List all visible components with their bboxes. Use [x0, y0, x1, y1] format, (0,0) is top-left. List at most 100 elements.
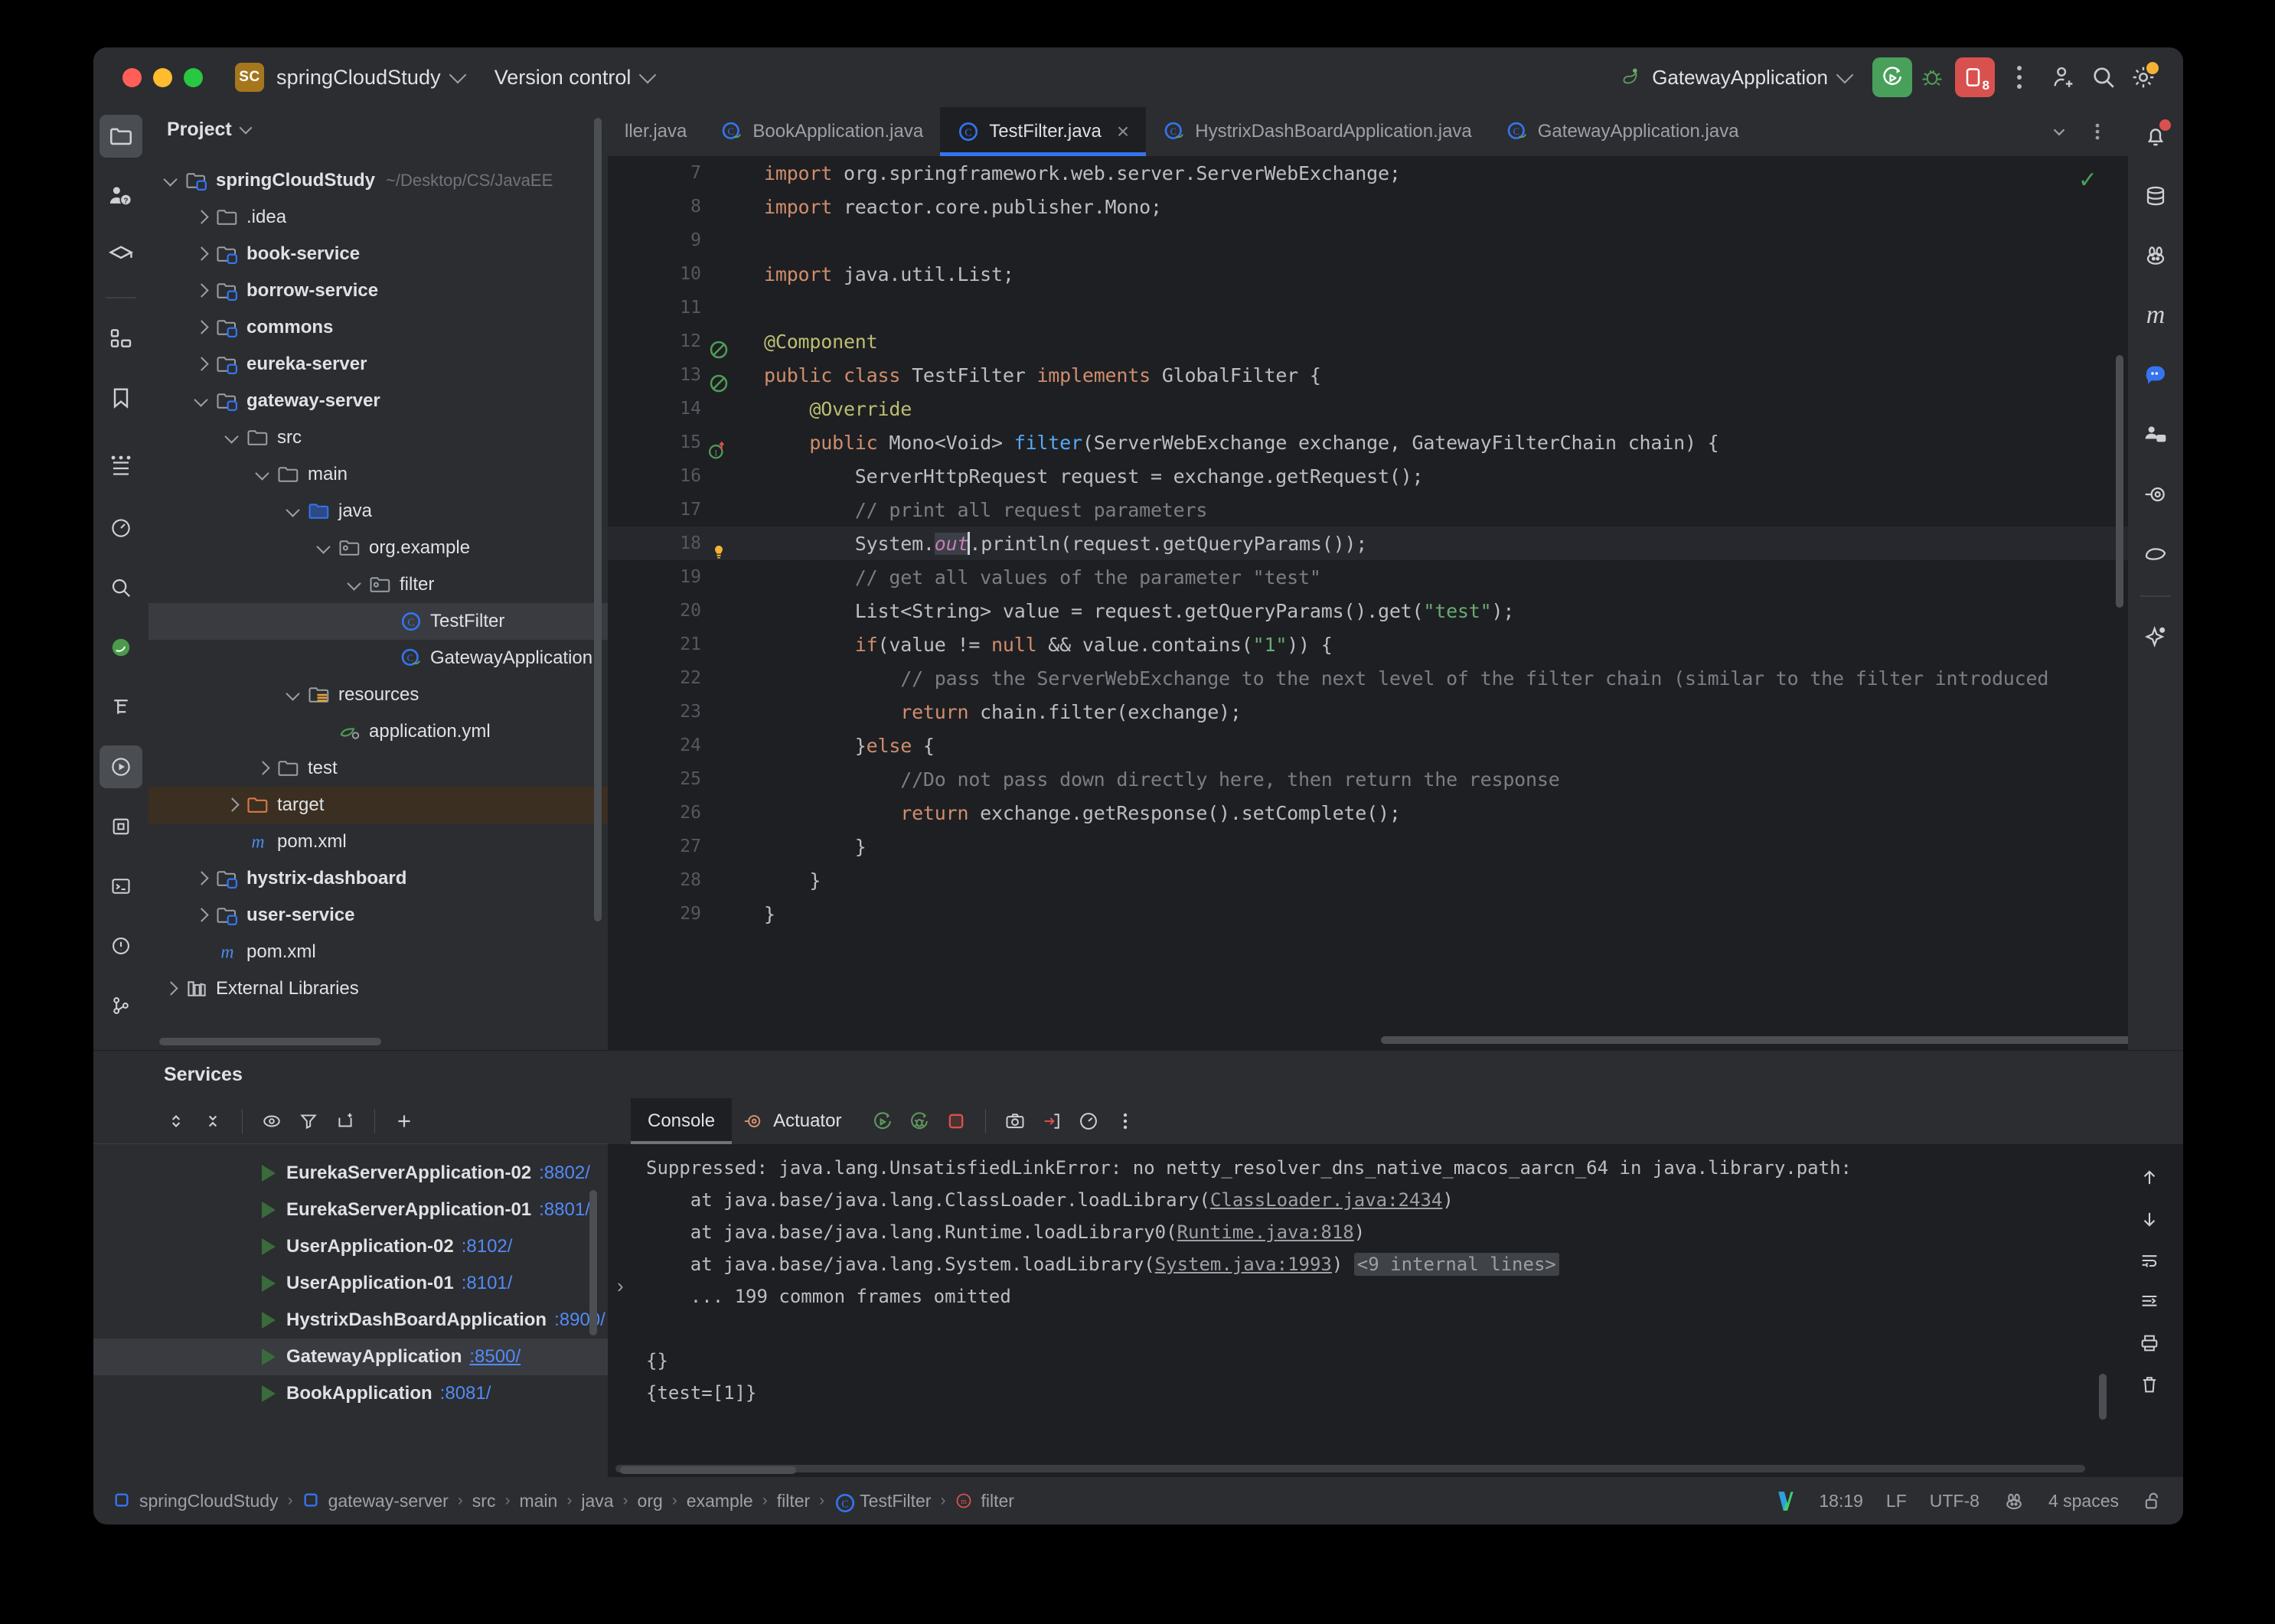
- soft-wrap-icon[interactable]: [2139, 1250, 2160, 1271]
- implements-icon[interactable]: I: [707, 426, 753, 459]
- tree-item-springcloudstudy[interactable]: springCloudStudy~/Desktop/CS/JavaEE: [149, 162, 608, 199]
- code-line[interactable]: 25 //Do not pass down directly here, the…: [608, 762, 2128, 796]
- code-line[interactable]: 17 // print all request parameters: [608, 493, 2128, 527]
- sidebar-item-version-control[interactable]: [100, 984, 142, 1027]
- clear-all-icon[interactable]: [2139, 1374, 2160, 1395]
- service-port-link[interactable]: :8500/: [469, 1346, 521, 1368]
- tree-item-eureka-server[interactable]: eureka-server: [149, 346, 608, 383]
- sidebar-item-services[interactable]: [100, 745, 142, 788]
- console-fold-arrow-icon[interactable]: ›: [617, 1274, 624, 1298]
- chevron-right-icon[interactable]: [193, 319, 210, 336]
- code-line[interactable]: 26 return exchange.getResponse().setComp…: [608, 796, 2128, 830]
- bunny-icon[interactable]: [2002, 1489, 2025, 1512]
- folded-frames-badge[interactable]: <9 internal lines>: [1354, 1253, 1559, 1276]
- close-tab-icon[interactable]: ×: [1117, 121, 1129, 142]
- sidebar-item-ai-assistant[interactable]: ?: [100, 174, 142, 217]
- tree-item-pom-xml[interactable]: mpom.xml: [149, 823, 608, 860]
- tree-item-resources[interactable]: resources: [149, 677, 608, 713]
- breadcrumb-item-java[interactable]: java: [581, 1491, 613, 1511]
- code-line[interactable]: 22 // pass the ServerWebExchange to the …: [608, 661, 2128, 695]
- console-hscrollbar-track[interactable]: [615, 1465, 2085, 1472]
- chevron-down-icon[interactable]: [224, 429, 240, 446]
- chevron-down-icon[interactable]: [254, 466, 271, 483]
- console-hscrollbar[interactable]: [620, 1466, 796, 1474]
- stop-icon[interactable]: [939, 1104, 973, 1138]
- inspection-status-icon[interactable]: ✓: [2078, 167, 2097, 194]
- breadcrumb-item-main[interactable]: main: [519, 1491, 557, 1511]
- code-line[interactable]: 24 }else {: [608, 729, 2128, 762]
- file-encoding[interactable]: UTF-8: [1930, 1491, 1980, 1511]
- breadcrumb-item-testfilter[interactable]: CTestFilter: [834, 1491, 931, 1511]
- project-selector[interactable]: springCloudStudy: [264, 66, 464, 90]
- unlock-icon[interactable]: [2142, 1490, 2163, 1511]
- chevron-right-icon[interactable]: [224, 797, 240, 814]
- export-icon[interactable]: [1035, 1104, 1069, 1138]
- scroll-up-icon[interactable]: [2139, 1167, 2160, 1189]
- tree-item-gatewayapplication[interactable]: CGatewayApplication: [149, 640, 608, 677]
- editor-tab-testfilter-java[interactable]: CTestFilter.java×: [940, 107, 1146, 156]
- code-line[interactable]: 9: [608, 223, 2128, 257]
- editor-tabs[interactable]: ller.javaCBookApplication.javaCTestFilte…: [608, 107, 2128, 156]
- stacktrace-link[interactable]: System.java:1993: [1155, 1254, 1332, 1275]
- more-actions-icon[interactable]: [2004, 57, 2035, 97]
- add-user-icon[interactable]: [2044, 57, 2084, 97]
- notifications-icon[interactable]: [2134, 115, 2177, 158]
- service-item-eurekaserverapplication-02[interactable]: EurekaServerApplication-02:8802/: [93, 1155, 608, 1192]
- breadcrumb[interactable]: springCloudStudy›gateway-server›src›main…: [113, 1491, 1014, 1511]
- service-item-userapplication-01[interactable]: UserApplication-01:8101/: [93, 1265, 608, 1302]
- breadcrumb-item-gateway-server[interactable]: gateway-server: [302, 1491, 449, 1511]
- tree-item-target[interactable]: target: [149, 787, 608, 823]
- ai-sparkle-icon[interactable]: [2134, 615, 2177, 658]
- code-line[interactable]: 13public class TestFilter implements Glo…: [608, 358, 2128, 392]
- tree-item-user-service[interactable]: user-service: [149, 897, 608, 934]
- tree-item-external-libraries[interactable]: External Libraries: [149, 970, 608, 1007]
- service-port-link[interactable]: :8081/: [440, 1383, 491, 1404]
- breadcrumb-item-filter[interactable]: filter: [777, 1491, 810, 1511]
- search-icon[interactable]: [2084, 57, 2123, 97]
- chat-icon[interactable]: [2134, 354, 2177, 396]
- tree-item--idea[interactable]: .idea: [149, 199, 608, 236]
- sidebar-item-structure-bottom[interactable]: [100, 686, 142, 729]
- editor-tab-ller-java[interactable]: ller.java: [608, 107, 703, 156]
- sidebar-item-spring[interactable]: [100, 626, 142, 669]
- line-separator[interactable]: LF: [1886, 1491, 1907, 1511]
- maven-icon[interactable]: m: [2134, 294, 2177, 337]
- expand-collapse-icon[interactable]: [159, 1104, 193, 1138]
- stop-button[interactable]: 8: [1955, 57, 1995, 97]
- stacktrace-link[interactable]: Runtime.java:818: [1177, 1221, 1354, 1243]
- code-editor[interactable]: 7import org.springframework.web.server.S…: [608, 156, 2128, 1050]
- chevron-right-icon[interactable]: [193, 907, 210, 924]
- breadcrumb-item-springcloudstudy[interactable]: springCloudStudy: [113, 1491, 279, 1511]
- code-line[interactable]: 8import reactor.core.publisher.Mono;: [608, 190, 2128, 223]
- chevron-right-icon[interactable]: [193, 356, 210, 373]
- breadcrumb-item-filter[interactable]: mfilter: [955, 1491, 1013, 1511]
- sidebar-item-todo[interactable]: [100, 447, 142, 490]
- rerun-debug-icon[interactable]: [902, 1104, 936, 1138]
- service-port-link[interactable]: :8900/: [554, 1309, 605, 1331]
- settings-icon[interactable]: [2123, 57, 2163, 97]
- endpoints-icon[interactable]: [2134, 473, 2177, 516]
- sidebar-item-find[interactable]: [100, 566, 142, 609]
- tree-item-commons[interactable]: commons: [149, 309, 608, 346]
- editor-hscrollbar[interactable]: [1381, 1036, 2128, 1044]
- sidebar-item-terminal[interactable]: [100, 865, 142, 908]
- chevron-right-icon[interactable]: [193, 282, 210, 299]
- version-control-menu[interactable]: Version control: [464, 66, 654, 90]
- vim-icon[interactable]: [1776, 1489, 1796, 1512]
- code-line[interactable]: 27 }: [608, 830, 2128, 863]
- tree-item-pom-xml[interactable]: mpom.xml: [149, 934, 608, 970]
- services-list-scrollbar[interactable]: [589, 1190, 597, 1335]
- team-chat-icon[interactable]: [2134, 413, 2177, 456]
- tree-item-org-example[interactable]: org.example: [149, 530, 608, 566]
- sidebar-item-profiler[interactable]: [100, 507, 142, 549]
- chevron-down-icon[interactable]: [2042, 115, 2076, 148]
- tree-item-book-service[interactable]: book-service: [149, 236, 608, 272]
- service-item-userapplication-02[interactable]: UserApplication-02:8102/: [93, 1228, 608, 1265]
- editor-tab-hystrixdashboardapplication-java[interactable]: CHystrixDashBoardApplication.java: [1146, 107, 1489, 156]
- sidebar-item-learn[interactable]: [100, 234, 142, 277]
- project-tree-vscrollbar[interactable]: [594, 118, 602, 921]
- group-icon[interactable]: [328, 1104, 362, 1138]
- code-line[interactable]: 23 return chain.filter(exchange);: [608, 695, 2128, 729]
- service-item-eurekaserverapplication-01[interactable]: EurekaServerApplication-01:8801/: [93, 1192, 608, 1228]
- scroll-down-icon[interactable]: [2139, 1208, 2160, 1230]
